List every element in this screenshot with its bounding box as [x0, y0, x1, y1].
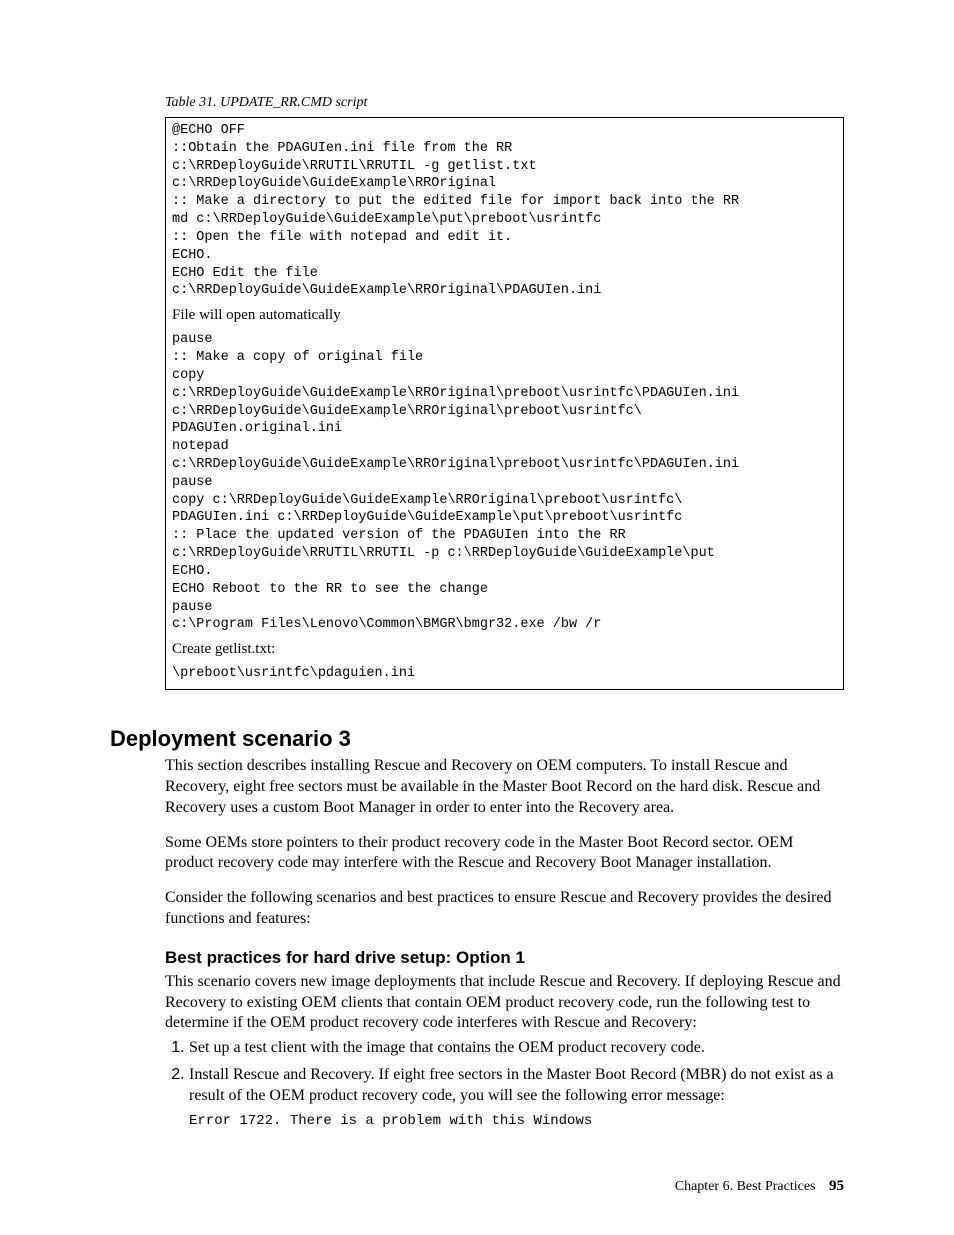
error-code: Error 1722. There is a problem with this…: [189, 1112, 844, 1130]
page-footer: Chapter 6. Best Practices 95: [675, 1178, 844, 1195]
paragraph-2: Some OEMs store pointers to their produc…: [165, 833, 844, 875]
step-1: Set up a test client with the image that…: [189, 1038, 844, 1059]
script-block-1: @ECHO OFF ::Obtain the PDAGUIen.ini file…: [172, 122, 837, 300]
sub-intro: This scenario covers new image deploymen…: [165, 972, 844, 1034]
script-block-3: \preboot\usrintfc\pdaguien.ini: [172, 665, 837, 683]
code-box: @ECHO OFF ::Obtain the PDAGUIen.ini file…: [165, 117, 844, 690]
step-2: Install Rescue and Recovery. If eight fr…: [189, 1065, 844, 1131]
paragraph-1: This section describes installing Rescue…: [165, 756, 844, 818]
step-1-text: Set up a test client with the image that…: [189, 1039, 705, 1056]
steps-list: Set up a test client with the image that…: [165, 1038, 844, 1131]
table-caption: Table 31. UPDATE_RR.CMD script: [165, 95, 844, 111]
create-getlist-note: Create getlist.txt:: [172, 640, 837, 659]
step-2-text: Install Rescue and Recovery. If eight fr…: [189, 1066, 834, 1104]
footer-page-number: 95: [829, 1178, 844, 1194]
sub-heading: Best practices for hard drive setup: Opt…: [165, 948, 844, 968]
section-heading: Deployment scenario 3: [110, 726, 844, 752]
footer-chapter: Chapter 6. Best Practices: [675, 1179, 816, 1194]
paragraph-3: Consider the following scenarios and bes…: [165, 888, 844, 930]
script-block-2: pause :: Make a copy of original file co…: [172, 331, 837, 634]
file-open-note: File will open automatically: [172, 306, 837, 325]
